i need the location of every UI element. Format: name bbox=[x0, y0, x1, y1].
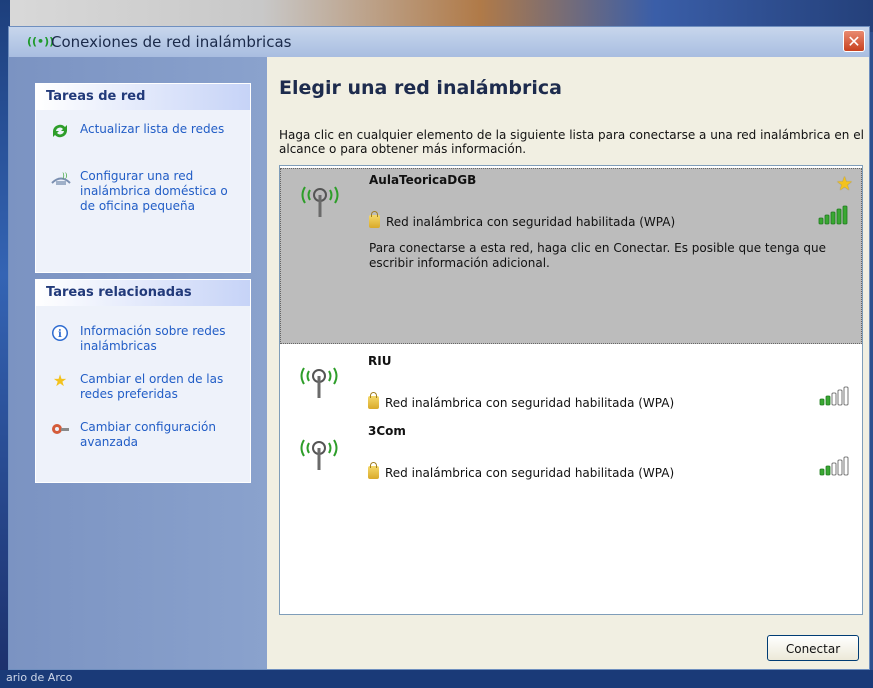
network-connect-info: Para conectarse a esta red, haga clic en… bbox=[369, 241, 826, 270]
star-icon: ★ bbox=[52, 371, 68, 390]
wireless-antenna-icon bbox=[300, 367, 338, 398]
network-item-3com[interactable]: 3Com Red inalámbrica con seguridad habil… bbox=[280, 420, 862, 492]
page-title: Elegir una red inalámbrica bbox=[279, 77, 562, 99]
signal-strength-icon bbox=[818, 205, 848, 225]
preferred-star-icon: ★ bbox=[835, 173, 853, 195]
network-security: Red inalámbrica con seguridad habilitada… bbox=[369, 211, 676, 229]
window-title: Conexiones de red inalámbricas bbox=[51, 33, 292, 51]
network-list[interactable]: AulaTeoricaDGB ★ Red inalámbrica con seg… bbox=[279, 165, 863, 615]
svg-text:)): )) bbox=[62, 172, 68, 180]
close-button[interactable]: ✕ bbox=[843, 30, 865, 52]
signal-bar bbox=[819, 398, 825, 406]
advanced-settings-label: Cambiar configuración avanzada bbox=[80, 420, 216, 449]
info-icon: i bbox=[50, 324, 70, 342]
related-tasks-heading: Tareas relacionadas bbox=[36, 280, 250, 306]
signal-bar bbox=[837, 459, 843, 476]
network-name: AulaTeoricaDGB bbox=[369, 173, 477, 187]
desktop-taskbar-strip bbox=[0, 670, 873, 688]
network-security: Red inalámbrica con seguridad habilitada… bbox=[368, 392, 675, 410]
signal-bar bbox=[836, 208, 842, 225]
signal-bar bbox=[831, 392, 837, 406]
refresh-icon bbox=[50, 122, 70, 140]
signal-bar bbox=[825, 395, 831, 406]
related-tasks-panel: Tareas relacionadas i Información sobre … bbox=[35, 279, 251, 483]
refresh-networks-link[interactable]: Actualizar lista de redes bbox=[36, 114, 250, 143]
signal-bar bbox=[843, 456, 849, 476]
network-security-label: Red inalámbrica con seguridad habilitada… bbox=[385, 396, 675, 410]
signal-strength-icon bbox=[819, 456, 849, 476]
advanced-settings-icon bbox=[50, 420, 70, 438]
connect-button[interactable]: Conectar bbox=[767, 635, 859, 661]
signal-bar bbox=[819, 468, 825, 476]
setup-network-icon: )) bbox=[50, 169, 71, 187]
title-bar[interactable]: ((•)) Conexiones de red inalámbricas ✕ bbox=[9, 27, 869, 57]
signal-bar bbox=[842, 205, 848, 225]
wireless-connections-window: ((•)) Conexiones de red inalámbricas ✕ T… bbox=[8, 26, 870, 670]
wireless-info-label: Información sobre redes inalámbricas bbox=[80, 324, 226, 353]
setup-network-label: Configurar una red inalámbrica doméstica… bbox=[80, 169, 228, 213]
change-order-link[interactable]: ★ Cambiar el orden de las redes preferid… bbox=[36, 364, 250, 408]
signal-bar bbox=[831, 462, 837, 476]
network-security-label: Red inalámbrica con seguridad habilitada… bbox=[385, 466, 675, 480]
advanced-settings-link[interactable]: Cambiar configuración avanzada bbox=[36, 412, 250, 456]
lock-icon bbox=[368, 462, 379, 479]
desktop-label: ario de Arco bbox=[6, 671, 73, 684]
signal-bar bbox=[824, 214, 830, 225]
signal-bar bbox=[837, 389, 843, 406]
network-item-riu[interactable]: RIU Red inalámbrica con seguridad habili… bbox=[280, 348, 862, 420]
lock-icon bbox=[369, 211, 380, 228]
network-tasks-heading: Tareas de red bbox=[36, 84, 250, 110]
signal-bar bbox=[843, 386, 849, 406]
network-security-label: Red inalámbrica con seguridad habilitada… bbox=[386, 215, 676, 229]
network-security: Red inalámbrica con seguridad habilitada… bbox=[368, 462, 675, 480]
network-tasks-panel: Tareas de red Actualizar lista de redes … bbox=[35, 83, 251, 273]
signal-bar bbox=[825, 465, 831, 476]
refresh-networks-label: Actualizar lista de redes bbox=[80, 122, 225, 136]
network-name: RIU bbox=[368, 354, 392, 368]
signal-bar bbox=[818, 217, 824, 225]
setup-network-link[interactable]: )) Configurar una red inalámbrica domést… bbox=[36, 161, 250, 220]
signal-strength-icon bbox=[819, 386, 849, 406]
signal-bar bbox=[830, 211, 836, 225]
svg-text:i: i bbox=[58, 329, 62, 340]
lock-icon bbox=[368, 392, 379, 409]
wireless-info-link[interactable]: i Información sobre redes inalámbricas bbox=[36, 316, 250, 360]
page-description: Haga clic en cualquier elemento de la si… bbox=[279, 128, 864, 156]
change-order-label: Cambiar el orden de las redes preferidas bbox=[80, 372, 224, 401]
wireless-antenna-icon bbox=[300, 439, 338, 470]
network-item-aulateoricadgb[interactable]: AulaTeoricaDGB ★ Red inalámbrica con seg… bbox=[280, 168, 862, 344]
network-name: 3Com bbox=[368, 424, 406, 438]
wireless-antenna-icon bbox=[301, 186, 339, 217]
